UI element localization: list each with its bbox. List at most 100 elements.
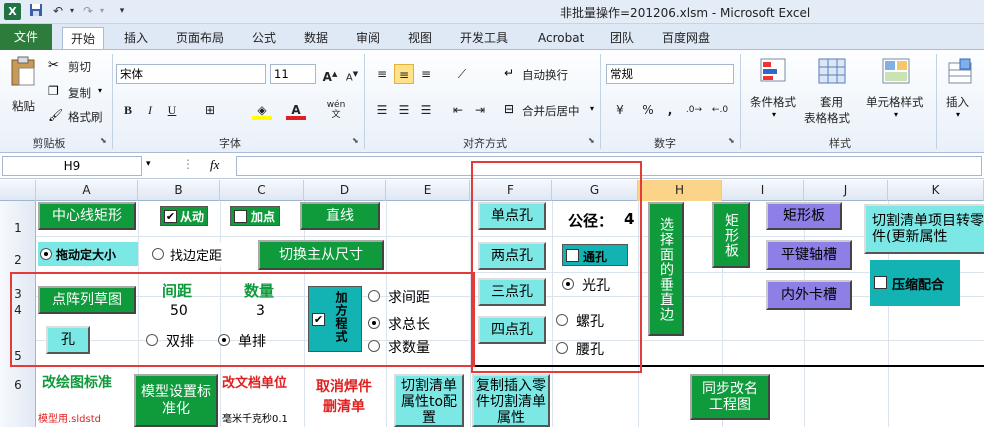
undo-dropdown-icon[interactable]: ▾ [64, 3, 80, 19]
align-right-icon[interactable]: ☰ [416, 100, 436, 120]
name-box-dropdown-icon[interactable]: ▾ [146, 159, 151, 169]
font-color-icon[interactable]: A [286, 100, 306, 120]
equation-checkbox[interactable]: ✔ 加方程式 [308, 286, 362, 352]
rect-plate-vertical-button[interactable]: 矩形板 [712, 202, 750, 268]
tab-file[interactable]: 文件 [0, 24, 53, 50]
thread-hole-radio-dot[interactable] [556, 314, 568, 326]
through-hole-checkbox[interactable]: 通孔 [562, 244, 628, 266]
thread-hole-radio[interactable]: 螺孔 [556, 310, 626, 330]
tab-review[interactable]: 审阅 [348, 27, 388, 49]
spacing-value[interactable]: 50 [170, 303, 188, 319]
follow-checkbox-box[interactable]: ✔ [164, 210, 177, 223]
column-header-h[interactable]: H [638, 180, 722, 201]
increase-indent-icon[interactable]: ⇥ [470, 100, 490, 120]
conditional-format-button[interactable]: 条件格式 ▾ [748, 56, 804, 126]
comma-style-icon[interactable]: , [660, 100, 680, 120]
tab-formulas[interactable]: 公式 [244, 27, 284, 49]
align-left-icon[interactable]: ☰ [372, 100, 392, 120]
dot-array-button[interactable]: 点阵列草图 [38, 286, 136, 314]
align-top-icon[interactable]: ≡ [372, 64, 392, 84]
compress-fit-checkbox-box[interactable] [874, 276, 887, 289]
align-bottom-icon[interactable]: ≡ [416, 64, 436, 84]
column-header-e[interactable]: E [386, 180, 470, 201]
dialog-launcher-icon[interactable]: ⬊ [352, 136, 359, 145]
four-hole-button[interactable]: 四点孔 [478, 316, 546, 344]
fx-icon[interactable]: fx [210, 157, 219, 173]
add-point-checkbox[interactable]: 加点 [230, 206, 280, 226]
model-settings-button[interactable]: 模型设置标准化 [134, 374, 218, 427]
find-edge-radio[interactable]: 找边定距 [150, 242, 236, 266]
tab-view[interactable]: 视图 [400, 27, 440, 49]
font-name-combo[interactable]: 宋体 [116, 64, 266, 84]
slot-hole-radio[interactable]: 腰孔 [556, 338, 626, 358]
bold-button[interactable]: B [118, 100, 138, 120]
sync-rename-drawing-button[interactable]: 同步改名工程图 [690, 374, 770, 420]
calc-count-radio-dot[interactable] [368, 340, 380, 352]
single-hole-button[interactable]: 单点孔 [478, 202, 546, 230]
tolerance-value[interactable]: 4 [624, 210, 634, 228]
switch-dimension-button[interactable]: 切换主从尺寸 [258, 240, 384, 270]
tab-insert[interactable]: 插入 [116, 27, 156, 49]
follow-checkbox[interactable]: ✔ 从动 [160, 206, 208, 226]
cutlist-to-part-button[interactable]: 切割清单项目转零件(更新属性 [864, 204, 984, 254]
two-hole-button[interactable]: 两点孔 [478, 242, 546, 270]
cell-styles-button[interactable]: 单元格样式 ▾ [866, 56, 930, 126]
tab-developer[interactable]: 开发工具 [452, 27, 516, 49]
tab-team[interactable]: 团队 [602, 27, 642, 49]
row-header-1[interactable]: 1 [0, 221, 36, 235]
smooth-hole-radio-dot[interactable] [562, 278, 574, 290]
through-hole-checkbox-box[interactable] [566, 249, 579, 262]
border-icon[interactable]: ⊞ [200, 100, 220, 120]
slot-hole-radio-dot[interactable] [556, 342, 568, 354]
count-value[interactable]: 3 [256, 303, 265, 319]
calc-length-radio-dot[interactable] [368, 317, 380, 329]
drag-size-radio[interactable]: 拖动定大小 [38, 242, 138, 266]
double-row-radio[interactable]: 双排 [146, 330, 206, 350]
clip-slot-button[interactable]: 内外卡槽 [766, 280, 852, 310]
rect-plate-button[interactable]: 矩形板 [766, 202, 842, 230]
fill-color-icon[interactable]: ◈ [252, 100, 272, 120]
tab-data[interactable]: 数据 [296, 27, 336, 49]
decrease-indent-icon[interactable]: ⇤ [448, 100, 468, 120]
format-as-table-button[interactable]: 套用 表格格式 [804, 56, 862, 126]
select-all-corner[interactable] [0, 180, 36, 201]
find-edge-radio-dot[interactable] [152, 248, 164, 260]
line-button[interactable]: 直线 [300, 202, 380, 230]
orientation-icon[interactable]: ⟋ [452, 64, 472, 84]
font-size-combo[interactable]: 11 [270, 64, 316, 84]
tab-acrobat[interactable]: Acrobat [530, 27, 592, 49]
dialog-launcher-icon[interactable]: ⬊ [100, 136, 107, 145]
row-header-2[interactable]: 2 [0, 253, 36, 267]
single-row-radio-dot[interactable] [218, 334, 230, 346]
underline-button[interactable]: U [162, 100, 182, 120]
column-header-j[interactable]: J [804, 180, 888, 201]
center-rect-button[interactable]: 中心线矩形 [38, 202, 136, 230]
currency-icon[interactable]: ¥ [610, 100, 630, 120]
equation-checkbox-box[interactable]: ✔ [312, 313, 325, 326]
increase-decimal-icon[interactable]: .0→ [684, 100, 704, 120]
dialog-launcher-icon[interactable]: ⬊ [728, 136, 735, 145]
double-row-radio-dot[interactable] [146, 334, 158, 346]
grow-font-icon[interactable]: A▲ [320, 64, 340, 84]
add-point-checkbox-box[interactable] [234, 210, 247, 223]
smooth-hole-radio[interactable]: 光孔 [562, 274, 632, 294]
select-face-vertical-edge-button[interactable]: 选择面的垂直边 [648, 202, 684, 336]
compress-fit-checkbox[interactable]: 压缩配合 [870, 260, 960, 306]
hole-button[interactable]: 孔 [46, 326, 90, 354]
align-middle-icon[interactable]: ≡ [394, 64, 414, 84]
calc-spacing-radio-dot[interactable] [368, 290, 380, 302]
copy-insert-cutlist-button[interactable]: 复制插入零件切割清单属性 [472, 374, 550, 427]
column-header-c[interactable]: C [220, 180, 304, 201]
customize-toolbar-icon[interactable]: ▾ [114, 3, 130, 19]
cutlist-props-config-button[interactable]: 切割清单属性to配置 [394, 374, 464, 427]
column-header-b[interactable]: B [138, 180, 220, 201]
align-center-icon[interactable]: ☰ [394, 100, 414, 120]
paste-button[interactable]: 粘贴 [6, 54, 40, 114]
calc-count-radio[interactable]: 求数量 [368, 336, 468, 356]
decrease-decimal-icon[interactable]: ←.0 [710, 100, 730, 120]
insert-cells-button[interactable]: 插入 ▾ [942, 56, 982, 126]
calc-spacing-radio[interactable]: 求间距 [368, 286, 468, 306]
three-hole-button[interactable]: 三点孔 [478, 278, 546, 306]
column-header-k[interactable]: K [888, 180, 984, 201]
tab-home[interactable]: 开始 [62, 27, 105, 49]
